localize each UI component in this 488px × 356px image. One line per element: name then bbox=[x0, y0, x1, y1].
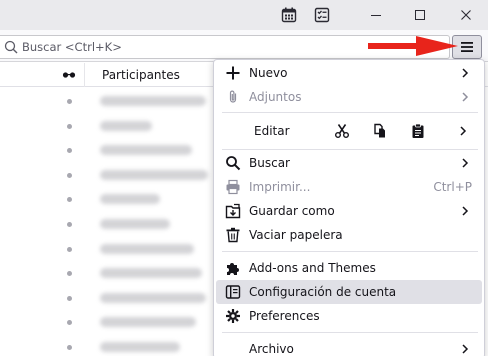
menu-edit-row: Editar bbox=[216, 116, 482, 146]
search-icon bbox=[224, 154, 242, 172]
calendar-icon[interactable] bbox=[279, 5, 299, 25]
menu-item-buscar[interactable]: Buscar bbox=[216, 151, 482, 175]
column-separator bbox=[84, 63, 85, 87]
unread-dot[interactable] bbox=[67, 99, 72, 104]
unread-dot[interactable] bbox=[67, 271, 72, 277]
print-shortcut: Ctrl+P bbox=[433, 180, 472, 194]
menu-item-vaciar-papelera[interactable]: Vaciar papelera bbox=[216, 223, 482, 247]
cut-button[interactable] bbox=[330, 120, 354, 142]
menu-item-archivo[interactable]: Archivo bbox=[216, 337, 482, 356]
scissors-icon bbox=[335, 124, 349, 138]
redacted-text bbox=[100, 219, 170, 229]
menu-item-addons[interactable]: Add-ons and Themes bbox=[216, 256, 482, 280]
edit-label: Editar bbox=[254, 124, 290, 138]
chevron-right-icon bbox=[462, 158, 469, 168]
redacted-text bbox=[100, 243, 194, 254]
save-as-icon bbox=[224, 202, 242, 220]
paste-button[interactable] bbox=[406, 120, 430, 142]
tasks-icon[interactable] bbox=[312, 5, 332, 25]
printer-icon bbox=[224, 178, 242, 196]
unread-dot[interactable] bbox=[67, 172, 72, 178]
maximize-icon[interactable] bbox=[400, 0, 440, 30]
search-icon bbox=[4, 40, 18, 54]
gear-icon bbox=[224, 307, 242, 325]
redacted-text bbox=[100, 120, 152, 131]
redacted-text bbox=[100, 169, 208, 180]
chevron-right-icon[interactable] bbox=[457, 125, 469, 137]
glasses-icon[interactable] bbox=[62, 67, 76, 81]
account-settings-icon bbox=[224, 283, 242, 301]
close-icon[interactable] bbox=[446, 0, 486, 30]
puzzle-icon bbox=[224, 259, 242, 277]
title-bar bbox=[0, 0, 488, 30]
redacted-text bbox=[100, 268, 202, 279]
search-input[interactable] bbox=[22, 40, 422, 54]
unread-dot[interactable] bbox=[67, 246, 72, 252]
menu-item-imprimir[interactable]: Imprimir... Ctrl+P bbox=[216, 175, 482, 199]
unread-dot[interactable] bbox=[67, 345, 72, 350]
menu-item-nuevo[interactable]: Nuevo bbox=[216, 61, 482, 85]
plus-icon bbox=[224, 64, 242, 82]
menu-separator bbox=[222, 332, 478, 333]
menu-separator bbox=[222, 251, 478, 252]
chevron-right-icon bbox=[462, 92, 469, 102]
menu-item-preferences[interactable]: Preferences bbox=[216, 304, 482, 328]
unread-dot[interactable] bbox=[67, 148, 72, 154]
annotation-arrow bbox=[368, 36, 458, 56]
menu-item-guardar-como[interactable]: Guardar como bbox=[216, 199, 482, 223]
clipboard-icon bbox=[412, 123, 424, 138]
unread-dot[interactable] bbox=[67, 222, 72, 227]
app-menu-panel: Nuevo Adjuntos Editar Buscar Imprimir...… bbox=[213, 59, 485, 356]
redacted-text bbox=[100, 145, 192, 156]
copy-button[interactable] bbox=[368, 120, 392, 142]
redacted-text bbox=[100, 342, 180, 352]
redacted-text bbox=[100, 96, 206, 106]
paperclip-icon bbox=[224, 88, 242, 106]
menu-separator bbox=[222, 149, 478, 150]
menu-item-adjuntos[interactable]: Adjuntos bbox=[216, 85, 482, 109]
chevron-right-icon bbox=[462, 344, 469, 354]
unread-dot[interactable] bbox=[67, 320, 72, 326]
redacted-text bbox=[100, 194, 160, 205]
copy-icon bbox=[374, 123, 385, 138]
minimize-icon[interactable] bbox=[356, 0, 396, 30]
unread-dot[interactable] bbox=[67, 197, 72, 203]
unread-dot[interactable] bbox=[67, 123, 72, 129]
unread-dot[interactable] bbox=[67, 295, 72, 301]
trash-icon bbox=[224, 226, 242, 244]
menu-item-configuracion-cuenta[interactable]: Configuración de cuenta bbox=[216, 280, 482, 304]
menu-separator bbox=[222, 112, 478, 113]
participants-column-label[interactable]: Participantes bbox=[102, 68, 180, 82]
hamburger-icon bbox=[461, 42, 473, 52]
redacted-text bbox=[100, 317, 196, 328]
redacted-text bbox=[100, 292, 206, 303]
chevron-right-icon bbox=[462, 68, 469, 78]
chevron-right-icon bbox=[462, 206, 469, 216]
